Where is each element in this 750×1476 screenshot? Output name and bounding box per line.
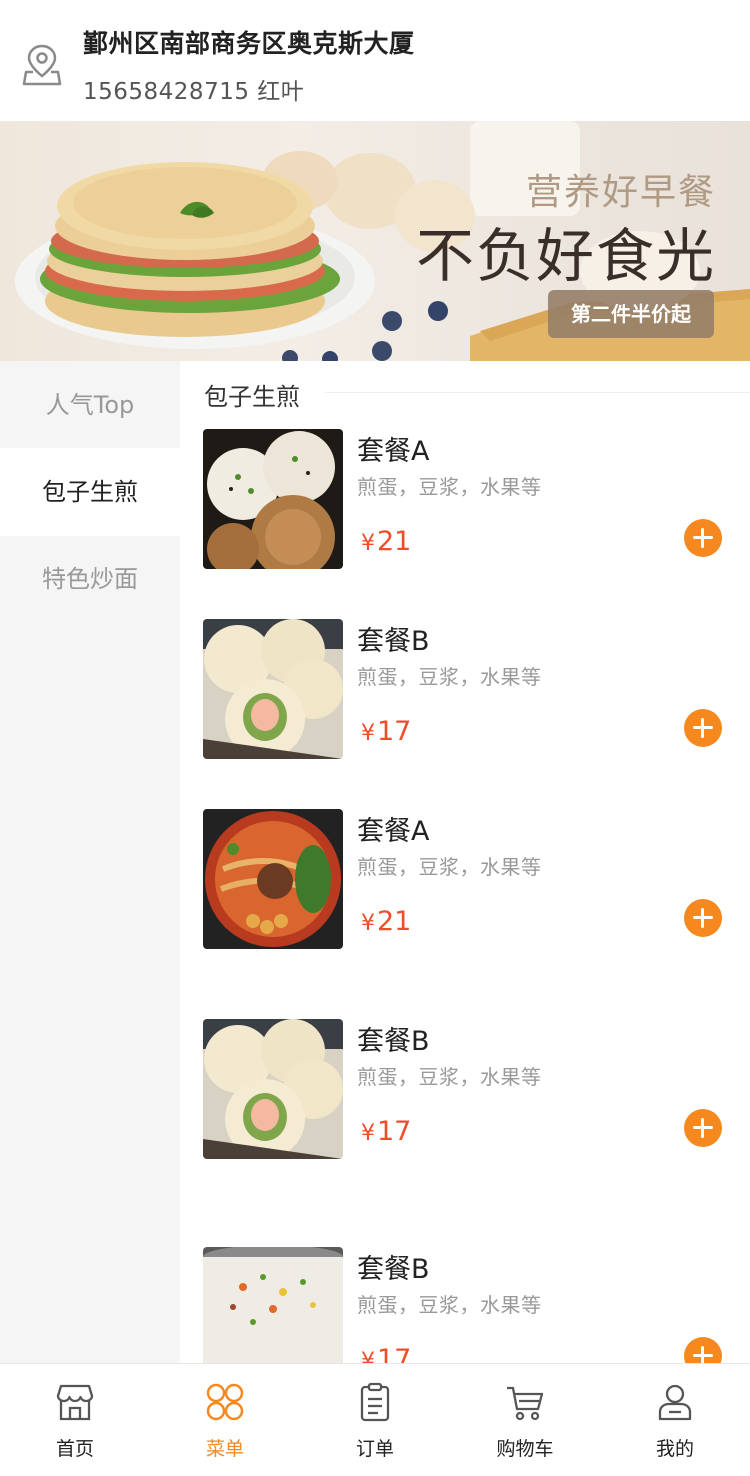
tab-label: 购物车: [496, 1438, 554, 1460]
banner-slogan-large: 不负好食光: [415, 222, 716, 290]
menu-item[interactable]: 套餐B 煎蛋，豆浆，水果等 ¥17: [180, 1247, 750, 1363]
currency-symbol: ¥: [361, 721, 375, 746]
add-to-cart-button[interactable]: [684, 519, 722, 557]
menu-item[interactable]: 套餐A 煎蛋，豆浆，水果等 ¥21: [180, 429, 750, 579]
item-name: 套餐A: [357, 436, 430, 467]
item-image: [203, 809, 343, 949]
menu-item[interactable]: 套餐A 煎蛋，豆浆，水果等 ¥21: [180, 809, 750, 959]
menu-list: 包子生煎 套餐A 煎蛋，豆浆，水果等 ¥21 套餐B 煎蛋，豆浆，水果等 ¥17…: [180, 361, 750, 1363]
tab-home[interactable]: 首页: [0, 1364, 150, 1476]
add-to-cart-button[interactable]: [684, 1337, 722, 1363]
shrimp-baozi-image: [203, 1019, 343, 1159]
item-price: ¥21: [361, 906, 411, 937]
banner-slogan-small: 营养好早餐: [525, 172, 716, 213]
tab-profile[interactable]: 我的: [600, 1364, 750, 1476]
category-item-popular[interactable]: 人气Top: [0, 361, 180, 449]
item-image: [203, 619, 343, 759]
section-title: 包子生煎: [204, 383, 300, 411]
price-value: 21: [377, 526, 412, 557]
item-name: 套餐B: [357, 1026, 430, 1057]
noodle-bowl-image: [203, 809, 343, 949]
cart-icon: [507, 1386, 544, 1421]
tab-orders[interactable]: 订单: [300, 1364, 450, 1476]
item-description: 煎蛋，豆浆，水果等: [357, 1065, 542, 1089]
promo-badge[interactable]: 第二件半价起: [548, 290, 714, 338]
menu-item[interactable]: 套餐B 煎蛋，豆浆，水果等 ¥17: [180, 1019, 750, 1169]
category-item-baozi[interactable]: 包子生煎: [0, 448, 180, 536]
item-description: 煎蛋，豆浆，水果等: [357, 475, 542, 499]
item-description: 煎蛋，豆浆，水果等: [357, 665, 542, 689]
item-price: ¥17: [361, 1344, 411, 1363]
menu-grid-icon: [206, 1383, 244, 1421]
tab-label: 首页: [55, 1438, 94, 1460]
item-description: 煎蛋，豆浆，水果等: [357, 855, 542, 879]
section-divider: [325, 392, 750, 393]
tab-label: 我的: [655, 1438, 694, 1460]
contact-info: 15658428715 红叶: [83, 79, 305, 105]
item-image: [203, 1019, 343, 1159]
add-to-cart-button[interactable]: [684, 899, 722, 937]
price-value: 21: [377, 906, 412, 937]
item-price: ¥17: [361, 716, 411, 747]
currency-symbol: ¥: [361, 911, 375, 936]
item-price: ¥21: [361, 526, 411, 557]
price-value: 17: [377, 1116, 412, 1147]
store-icon: [56, 1384, 94, 1421]
tab-label: 订单: [355, 1438, 394, 1460]
location-pin-icon: [22, 44, 62, 86]
item-image: [203, 1247, 343, 1363]
promo-banner[interactable]: 营养好早餐 不负好食光 第二件半价起: [0, 121, 750, 361]
order-list-icon: [360, 1382, 390, 1422]
currency-symbol: ¥: [361, 1349, 375, 1363]
item-name: 套餐A: [357, 816, 430, 847]
bottom-tab-bar: 首页 菜单 订单 购物车 我的: [0, 1363, 750, 1476]
add-to-cart-button[interactable]: [684, 1109, 722, 1147]
item-price: ¥17: [361, 1116, 411, 1147]
category-sidebar: 人气Top 包子生煎 特色炒面: [0, 361, 180, 1363]
item-name: 套餐B: [357, 1254, 430, 1285]
user-icon: [658, 1384, 692, 1421]
item-name: 套餐B: [357, 626, 430, 657]
currency-symbol: ¥: [361, 531, 375, 556]
tab-menu[interactable]: 菜单: [150, 1364, 300, 1476]
currency-symbol: ¥: [361, 1121, 375, 1146]
tab-cart[interactable]: 购物车: [450, 1364, 600, 1476]
rice-porridge-image: [203, 1247, 343, 1363]
item-description: 煎蛋，豆浆，水果等: [357, 1293, 542, 1317]
address-header[interactable]: 鄞州区南部商务区奥克斯大厦 15658428715 红叶: [0, 0, 750, 121]
tab-label: 菜单: [205, 1438, 244, 1460]
app-root: 鄞州区南部商务区奥克斯大厦 15658428715 红叶 营养好早餐 不负好食光…: [0, 0, 750, 1476]
price-value: 17: [377, 1344, 412, 1363]
category-item-noodles[interactable]: 特色炒面: [0, 535, 180, 623]
item-image: [203, 429, 343, 569]
shengjian-buns-image: [203, 429, 343, 569]
menu-item[interactable]: 套餐B 煎蛋，豆浆，水果等 ¥17: [180, 619, 750, 769]
shrimp-baozi-image: [203, 619, 343, 759]
delivery-address: 鄞州区南部商务区奥克斯大厦: [83, 29, 415, 58]
price-value: 17: [377, 716, 412, 747]
add-to-cart-button[interactable]: [684, 709, 722, 747]
